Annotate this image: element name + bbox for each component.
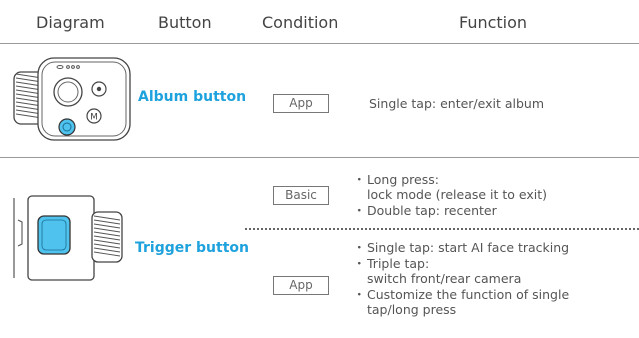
header-condition: Condition	[262, 13, 339, 32]
list-item: ・ Long press: lock mode (release it to exi…	[353, 172, 548, 202]
album-button-icon	[58, 118, 76, 136]
album-function-text: Single tap: enter/exit album	[369, 96, 545, 111]
gimbal-side-diagram	[13, 195, 123, 281]
basic-function-list: ・ Long press: lock mode (release it to exi…	[351, 172, 631, 219]
condition-badge-app-2: App	[273, 276, 329, 295]
condition-divider	[245, 228, 639, 230]
header-function: Function	[459, 13, 528, 32]
album-button-label: Album button	[138, 89, 247, 105]
row-divider	[0, 157, 639, 158]
list-item: ・ Double tap: recenter	[353, 203, 497, 218]
svg-text:M: M	[90, 113, 98, 123]
gimbal-top-diagram: M	[13, 57, 131, 141]
condition-badge-app: App	[273, 94, 329, 113]
trigger-button-label: Trigger button	[135, 240, 249, 256]
header-diagram: Diagram	[36, 13, 105, 32]
list-item: ・ Triple tap: switch front/rear camera	[353, 256, 522, 286]
list-item: ・ Single tap: start AI face tracking	[353, 240, 570, 255]
condition-badge-basic: Basic	[273, 186, 329, 205]
header-button: Button	[158, 13, 212, 32]
list-item: ・ Customize the function of single tap/lon…	[353, 287, 570, 317]
header-divider	[0, 43, 639, 44]
app-function-list: ・ Single tap: start AI face tracking ・ Tri…	[351, 240, 631, 318]
